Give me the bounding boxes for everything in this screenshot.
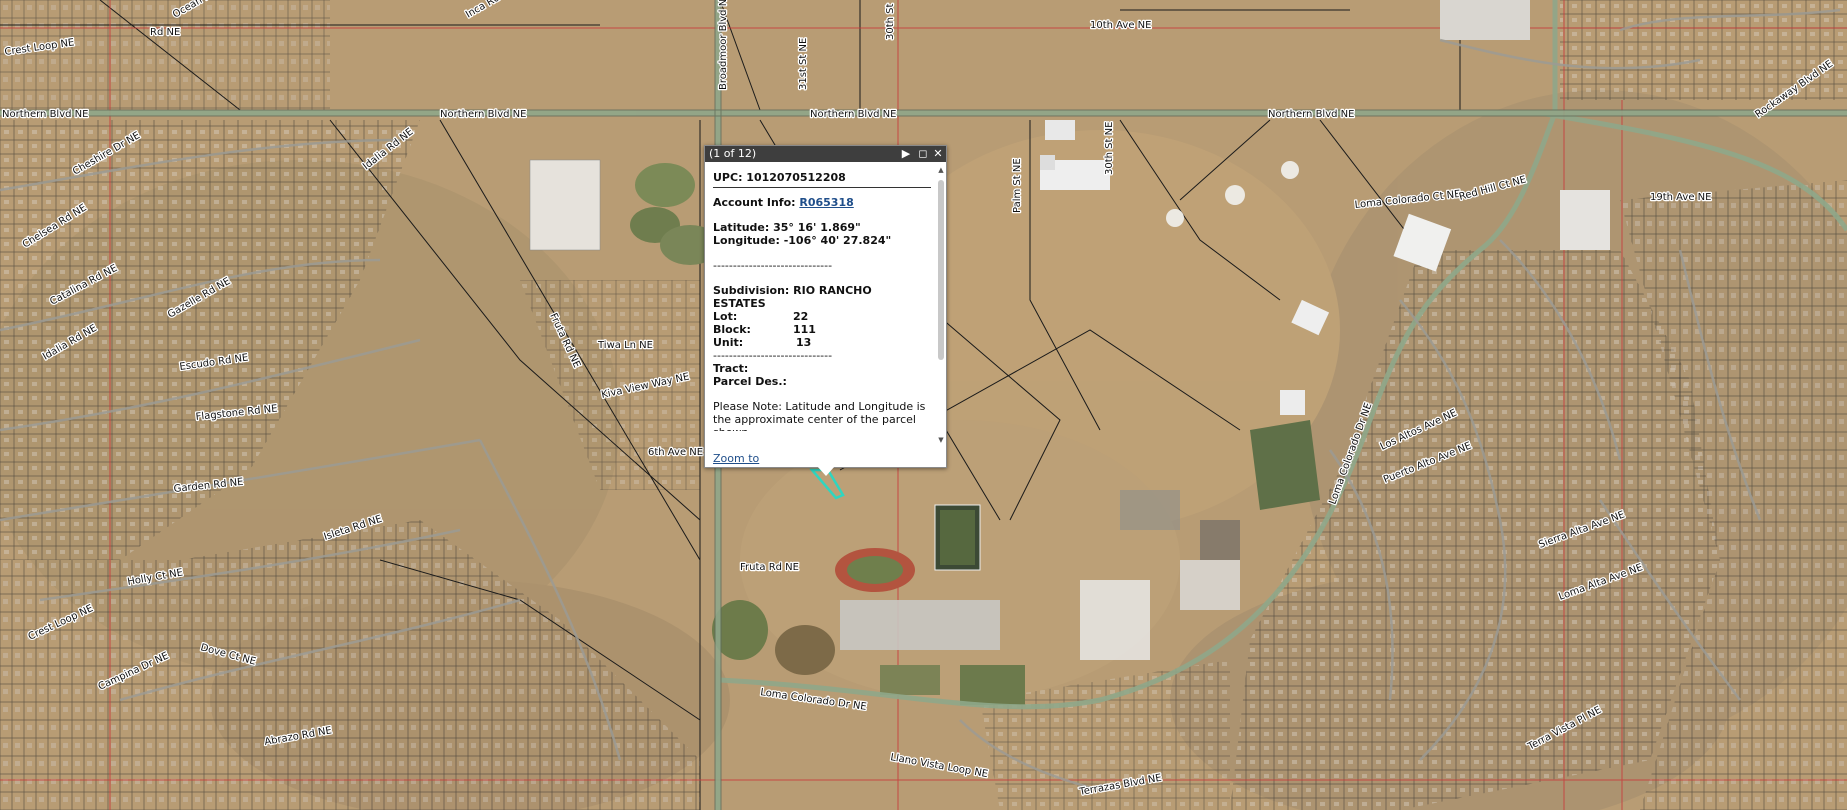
unit-row: Unit: 13 bbox=[713, 336, 931, 349]
street-label: Broadmoor Blvd NE bbox=[718, 0, 729, 90]
account-info-label: Account Info: bbox=[713, 196, 800, 209]
popup-titlebar: (1 of 12) ▶ ◻ ✕ bbox=[705, 146, 946, 162]
lot-label: Lot: bbox=[713, 310, 738, 323]
tract-label: Tract: bbox=[713, 362, 749, 375]
street-label: 31st St NE bbox=[798, 38, 809, 90]
street-label: Tiwa Ln NE bbox=[597, 340, 653, 351]
street-label: Northern Blvd NE bbox=[2, 109, 88, 120]
street-label: 10th Ave NE bbox=[1090, 20, 1151, 31]
block-row: Block: 111 bbox=[713, 323, 931, 336]
parcel-info-popup: (1 of 12) ▶ ◻ ✕ UPC: 1012070512208 Accou… bbox=[704, 145, 947, 468]
subdivision-text-cont: ESTATES bbox=[713, 297, 766, 310]
popup-scrollbar[interactable]: ▲ ▼ bbox=[936, 166, 946, 446]
popup-title: (1 of 12) bbox=[709, 147, 757, 160]
parcel-des-label: Parcel Des.: bbox=[713, 375, 787, 388]
popup-content: UPC: 1012070512208 Account Info: R065318… bbox=[713, 171, 931, 431]
block-label: Block: bbox=[713, 323, 751, 336]
unit-label: Unit: bbox=[713, 336, 744, 349]
street-label: 19th Ave NE bbox=[1650, 192, 1711, 203]
lat-lon-note: Please Note: Latitude and Longitude is t… bbox=[713, 400, 926, 431]
street-label: Northern Blvd NE bbox=[440, 109, 526, 120]
longitude-text: Longitude: -106° 40' 27.824" bbox=[713, 234, 892, 247]
street-label: 30th St NE bbox=[1104, 122, 1115, 175]
street-label: Rd NE bbox=[150, 27, 180, 38]
scroll-down-icon[interactable]: ▼ bbox=[937, 436, 945, 446]
zoom-to-link[interactable]: Zoom to bbox=[713, 452, 759, 465]
maximize-icon[interactable]: ◻ bbox=[916, 146, 930, 162]
upc-text: UPC: 1012070512208 bbox=[713, 171, 846, 184]
street-label: Palm St NE bbox=[1012, 158, 1023, 213]
street-label: Northern Blvd NE bbox=[1268, 109, 1354, 120]
street-label: Fruta Rd NE bbox=[740, 562, 799, 573]
latitude-text: Latitude: 35° 16' 1.869" bbox=[713, 221, 861, 234]
lot-value: 22 bbox=[793, 310, 809, 323]
subdivision-text: Subdivision: RIO RANCHO bbox=[713, 284, 872, 297]
play-next-icon[interactable]: ▶ bbox=[899, 146, 913, 162]
street-label: Northern Blvd NE bbox=[810, 109, 896, 120]
account-info-row: Account Info: R065318 bbox=[713, 196, 931, 209]
scroll-thumb[interactable] bbox=[938, 180, 944, 360]
scroll-up-icon[interactable]: ▲ bbox=[937, 166, 945, 176]
dashed-divider-2: ------------------------------ bbox=[713, 349, 833, 362]
unit-value: 13 bbox=[796, 336, 812, 349]
popup-divider-line bbox=[713, 187, 931, 188]
close-icon[interactable]: ✕ bbox=[931, 146, 945, 162]
account-info-link[interactable]: R065318 bbox=[799, 196, 853, 209]
street-label: 6th Ave NE bbox=[648, 447, 703, 458]
lot-row: Lot: 22 bbox=[713, 310, 931, 323]
dashed-divider: ------------------------------ bbox=[713, 259, 833, 272]
street-label: 30th St bbox=[885, 3, 896, 40]
popup-pointer bbox=[817, 466, 835, 476]
block-value: 111 bbox=[793, 323, 816, 336]
